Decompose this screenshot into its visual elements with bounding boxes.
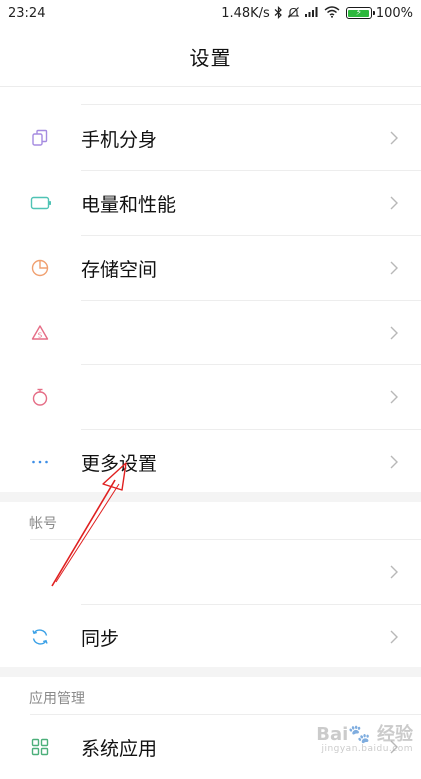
settings-item-label: 同步 <box>81 627 120 650</box>
chevron-right-icon <box>389 629 399 645</box>
chevron-right-icon <box>389 325 399 341</box>
settings-item-sync[interactable]: 同步 <box>0 605 421 669</box>
mute-bell-icon <box>287 6 300 21</box>
chevron-right-icon <box>389 454 399 470</box>
storage-pie-icon <box>30 258 50 278</box>
battery-icon <box>30 193 51 213</box>
warning-triangle-icon: S <box>30 323 50 343</box>
settings-item-security[interactable]: S <box>0 301 421 365</box>
section-separator <box>0 667 421 677</box>
battery-percent: 100% <box>375 5 413 21</box>
settings-item-label: 存储空间 <box>81 258 158 281</box>
settings-item-label: 电量和性能 <box>81 193 177 216</box>
svg-text:S: S <box>38 331 43 339</box>
section-header-app-management: 应用管理 <box>29 691 85 707</box>
chevron-right-icon <box>389 195 399 211</box>
chevron-right-icon <box>389 260 399 276</box>
section-separator <box>0 492 421 502</box>
settings-item-dual-apps[interactable]: 手机分身 <box>0 106 421 170</box>
settings-item-label: 手机分身 <box>81 128 158 151</box>
grid-apps-icon <box>30 737 50 757</box>
settings-item-timer[interactable] <box>0 365 421 429</box>
settings-item-account[interactable] <box>0 540 421 604</box>
settings-item-label: 更多设置 <box>81 452 158 475</box>
settings-item-storage[interactable]: 存储空间 <box>0 236 421 300</box>
sync-icon <box>30 627 50 647</box>
row-divider <box>81 104 421 105</box>
header-divider <box>0 86 421 87</box>
chevron-right-icon <box>389 389 399 405</box>
settings-item-label: 系统应用 <box>81 737 158 760</box>
signal-icon <box>304 6 320 20</box>
bluetooth-icon <box>274 5 283 21</box>
wifi-icon <box>324 6 340 20</box>
battery-status-icon: ⚡ <box>345 7 375 19</box>
network-speed: 1.48K/s <box>221 5 270 21</box>
watermark-logo: Bai🐾 经验 jingyan.baidu.com <box>316 724 413 754</box>
status-bar: 23:24 1.48K/s ⚡ 100% <box>0 0 421 26</box>
chevron-right-icon <box>389 130 399 146</box>
dual-apps-icon <box>30 128 50 148</box>
timer-icon <box>30 387 50 407</box>
chevron-right-icon <box>389 564 399 580</box>
page-title-bar: 设置 <box>0 26 421 86</box>
settings-item-battery[interactable]: 电量和性能 <box>0 171 421 235</box>
status-time: 23:24 <box>8 5 46 21</box>
more-dots-icon <box>30 452 50 472</box>
section-header-account: 帐号 <box>29 516 57 532</box>
status-icons: 1.48K/s ⚡ 100% <box>221 6 413 21</box>
settings-item-more-settings[interactable]: 更多设置 <box>0 430 421 494</box>
page-title: 设置 <box>189 45 232 70</box>
